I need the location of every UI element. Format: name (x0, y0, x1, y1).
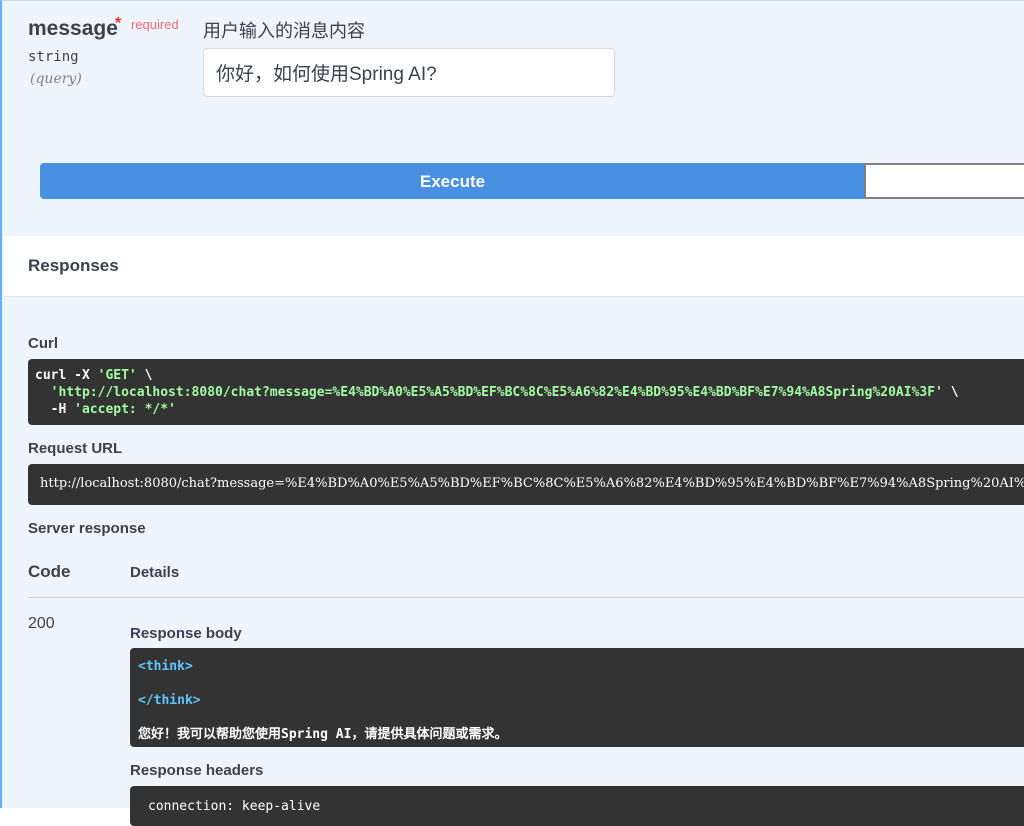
request-url-label: Request URL (28, 440, 123, 457)
parameter-type: string (28, 49, 79, 65)
curl-continuation: \ (942, 385, 959, 400)
think-close-tag: </think> (138, 693, 201, 708)
required-star: * (115, 15, 122, 32)
think-open-tag: <think> (138, 659, 193, 674)
curl-url: 'http://localhost:8080/chat?message=%E4%… (50, 385, 943, 400)
parameter-location: (query) (30, 71, 82, 87)
status-code: 200 (28, 615, 55, 632)
curl-label: Curl (28, 335, 58, 352)
responses-title: Responses (28, 256, 119, 275)
code-column-header: Code (28, 562, 71, 581)
curl-header-value: 'accept: */*' (74, 402, 176, 417)
response-headers-label: Response headers (130, 762, 264, 779)
curl-continuation: \ (136, 368, 153, 383)
curl-command[interactable]: curl -X 'GET' \ 'http://localhost:8080/c… (28, 359, 1024, 425)
curl-cmd: curl -X (35, 368, 98, 383)
details-column-header: Details (130, 564, 180, 581)
message-input[interactable] (203, 48, 615, 97)
curl-header-flag: -H (35, 402, 75, 417)
server-response-label: Server response (28, 520, 146, 537)
request-url[interactable]: http://localhost:8080/chat?message=%E4%B… (28, 464, 1024, 505)
table-divider (28, 597, 1024, 598)
response-body-label: Response body (130, 625, 242, 642)
operation-block: message * required string (query) 用户输入的消… (0, 0, 1024, 826)
curl-method: 'GET' (97, 368, 137, 383)
parameter-name: message (28, 17, 118, 40)
response-text: 您好！我可以帮助您使用Spring AI，请提供具体问题或需求。 (138, 727, 508, 742)
clear-button[interactable] (864, 163, 1024, 199)
execute-button[interactable]: Execute (40, 163, 865, 199)
parameter-description: 用户输入的消息内容 (203, 21, 365, 41)
response-headers[interactable]: connection: keep-alive (130, 786, 1024, 826)
response-body[interactable]: <think> </think> 您好！我可以帮助您使用Spring AI，请提… (130, 648, 1024, 747)
responses-header: Responses (4, 236, 1024, 297)
curl-indent (35, 385, 51, 400)
required-label: required (131, 17, 179, 32)
